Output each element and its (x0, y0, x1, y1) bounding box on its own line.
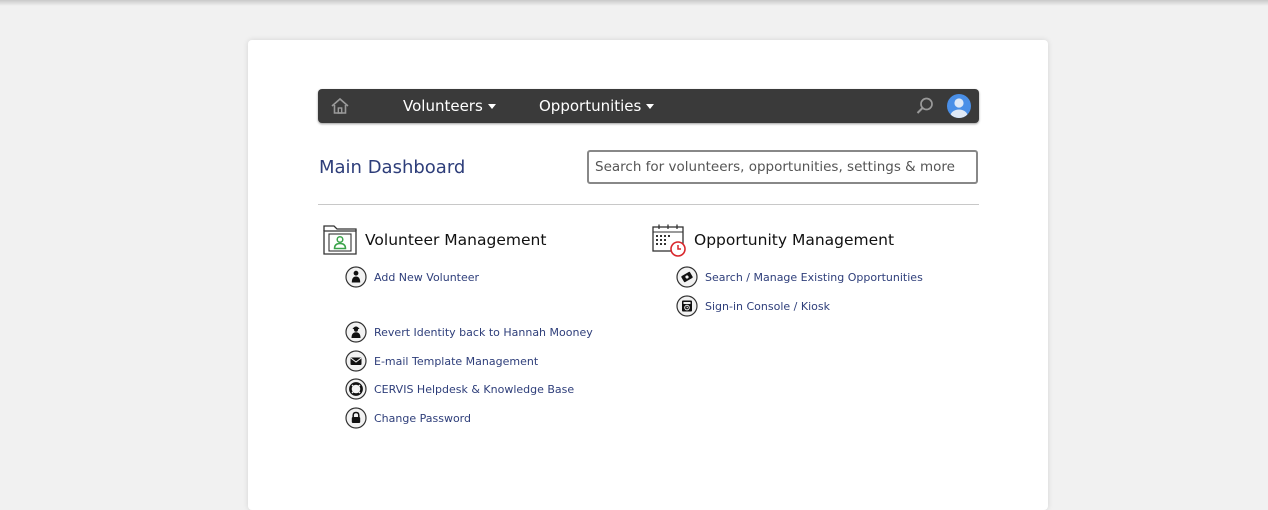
change-password-link[interactable]: Change Password (345, 407, 471, 429)
home-icon[interactable] (330, 96, 350, 116)
navbar: Volunteers Opportunities (318, 89, 979, 123)
envelope-icon (345, 350, 367, 372)
lock-icon (345, 407, 367, 429)
calendar-clock-icon (651, 222, 687, 258)
lifebuoy-icon (345, 378, 367, 400)
nav-menu-volunteers[interactable]: Volunteers (403, 89, 496, 123)
user-avatar-icon[interactable] (946, 93, 972, 119)
kiosk-link[interactable]: Sign-in Console / Kiosk (676, 295, 830, 317)
ticket-icon (676, 266, 698, 288)
revert-identity-link[interactable]: Revert Identity back to Hannah Mooney (345, 321, 593, 343)
helpdesk-link[interactable]: CERVIS Helpdesk & Knowledge Base (345, 378, 574, 400)
search-icon[interactable] (915, 96, 935, 116)
dashboard-card: Volunteers Opportunities Main Dashboard … (248, 40, 1048, 510)
email-template-link[interactable]: E-mail Template Management (345, 350, 538, 372)
search-input[interactable] (587, 150, 978, 184)
kiosk-icon (676, 295, 698, 317)
chevron-down-icon (487, 104, 496, 109)
divider (318, 204, 979, 205)
opportunity-management-title: Opportunity Management (694, 231, 895, 249)
person-icon (345, 266, 367, 288)
nav-menu-opportunities[interactable]: Opportunities (539, 89, 655, 123)
chevron-down-icon (646, 104, 655, 109)
search-opportunities-link[interactable]: Search / Manage Existing Opportunities (676, 266, 923, 288)
top-shadow (0, 0, 1268, 6)
identity-icon (345, 321, 367, 343)
volunteer-management-title: Volunteer Management (365, 231, 547, 249)
volunteer-folder-icon (322, 222, 358, 258)
page-title: Main Dashboard (319, 157, 466, 178)
add-new-volunteer-link[interactable]: Add New Volunteer (345, 266, 479, 288)
